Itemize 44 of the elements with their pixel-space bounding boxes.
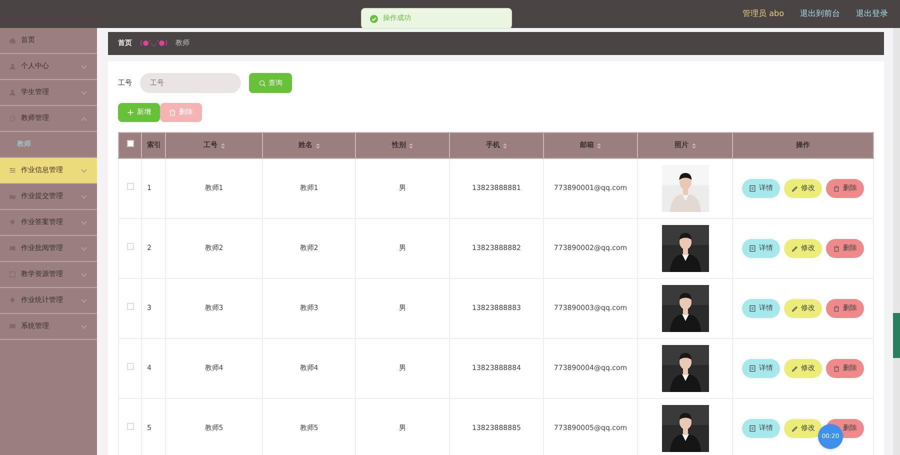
document-icon	[749, 365, 756, 372]
sort-icon[interactable]	[409, 142, 413, 148]
sort-icon[interactable]	[503, 142, 507, 148]
sort-icon[interactable]	[597, 142, 601, 148]
row-checkbox[interactable]	[126, 243, 134, 250]
clock-icon	[9, 115, 16, 122]
trash-icon	[833, 185, 840, 192]
sort-icon[interactable]	[220, 142, 224, 148]
pencil-icon	[791, 425, 798, 432]
row-checkbox[interactable]	[126, 183, 134, 190]
pencil-icon	[791, 365, 798, 372]
document-icon	[749, 305, 756, 312]
chevron-icon	[81, 168, 87, 172]
sort-icon[interactable]	[692, 142, 696, 148]
trash-icon	[833, 365, 840, 372]
square-icon	[9, 271, 16, 278]
pin-icon	[9, 297, 16, 304]
document-icon	[749, 185, 756, 192]
header-link[interactable]: 退出到前台	[800, 8, 840, 20]
header-link[interactable]: 退出登录	[856, 8, 888, 20]
home-icon	[9, 37, 16, 44]
plus-icon	[127, 109, 134, 116]
folder-icon	[9, 193, 16, 200]
document-icon	[749, 425, 756, 432]
document-icon	[749, 245, 756, 252]
row-checkbox[interactable]	[126, 303, 134, 310]
admin-name: 管理员 abo	[742, 8, 784, 20]
row-checkbox[interactable]	[126, 423, 134, 430]
row-checkbox[interactable]	[126, 363, 134, 370]
scrollbar[interactable]	[893, 28, 900, 455]
pencil-icon	[791, 245, 798, 252]
pin-icon	[9, 219, 16, 226]
trash-icon	[169, 109, 176, 116]
trash-icon	[833, 305, 840, 312]
check-circle-icon	[370, 14, 378, 22]
sort-icon[interactable]	[316, 142, 320, 148]
user-icon	[9, 89, 16, 96]
trash-icon	[833, 245, 840, 252]
sliders-icon	[9, 167, 16, 174]
pencil-icon	[791, 305, 798, 312]
pencil-icon	[791, 185, 798, 192]
select-all-checkbox[interactable]	[126, 140, 134, 148]
user-icon	[9, 63, 16, 70]
search-icon	[258, 80, 266, 86]
